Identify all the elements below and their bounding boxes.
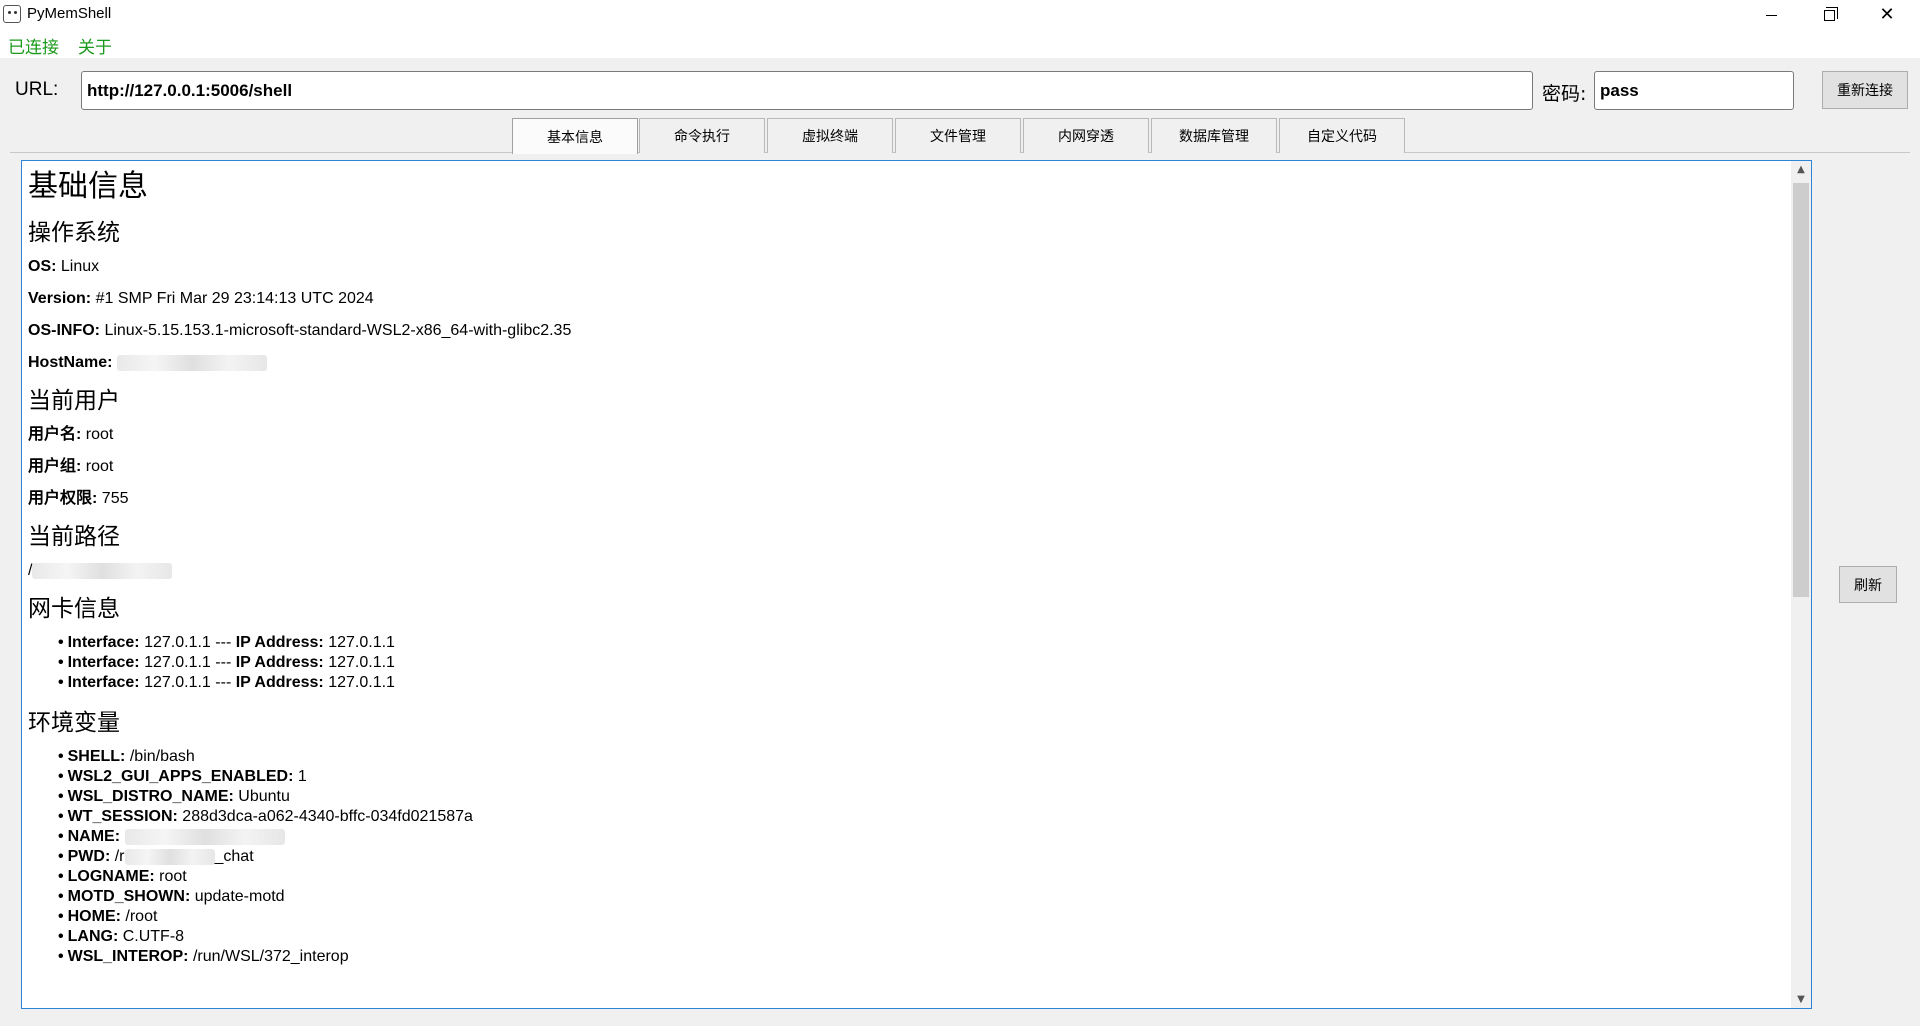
path-heading: 当前路径 <box>28 524 120 550</box>
nic-heading: 网卡信息 <box>28 596 120 622</box>
list-item: HOME: /root <box>58 907 1785 927</box>
username-value: root <box>85 426 114 443</box>
close-icon: ✕ <box>1879 4 1895 25</box>
env-list: SHELL: /bin/bash WSL2_GUI_APPS_ENABLED: … <box>58 747 1785 967</box>
restore-icon <box>1823 6 1838 21</box>
path-row: / <box>28 561 1785 581</box>
username-key: 用户名: <box>28 426 82 443</box>
hostname-key: HostName: <box>28 354 113 371</box>
reconnect-button[interactable]: 重新连接 <box>1822 71 1908 109</box>
page-title: 基础信息 <box>28 169 148 204</box>
version-row: Version: #1 SMP Fri Mar 29 23:14:13 UTC … <box>28 289 1785 309</box>
menu-bar: 已连接 关于 <box>0 30 1920 58</box>
vertical-scrollbar[interactable]: ▲ ▼ <box>1791 161 1811 1008</box>
password-input[interactable] <box>1594 71 1794 110</box>
os-heading: 操作系统 <box>28 220 120 246</box>
list-item: LOGNAME: root <box>58 867 1785 887</box>
tab-virtual-terminal[interactable]: 虚拟终端 <box>767 118 893 153</box>
list-item: Interface: 127.0.1.1 --- IP Address: 127… <box>58 673 1785 693</box>
name-redacted <box>124 828 285 845</box>
list-item: WSL_INTEROP: /run/WSL/372_interop <box>58 947 1785 967</box>
tab-basic-info[interactable]: 基本信息 <box>512 118 638 154</box>
tab-intranet-tunnel[interactable]: 内网穿透 <box>1023 118 1149 153</box>
permission-value: 755 <box>101 490 129 507</box>
version-value: #1 SMP Fri Mar 29 23:14:13 UTC 2024 <box>95 290 374 307</box>
username-row: 用户名: root <box>28 425 1785 445</box>
tab-command-exec[interactable]: 命令执行 <box>639 118 765 153</box>
app-cat-icon <box>3 5 21 23</box>
list-item: WSL2_GUI_APPS_ENABLED: 1 <box>58 767 1785 787</box>
password-label: 密码: <box>1542 83 1587 105</box>
list-item: WT_SESSION: 288d3dca-a062-4340-bffc-034f… <box>58 807 1785 827</box>
list-item: WSL_DISTRO_NAME: Ubuntu <box>58 787 1785 807</box>
hostname-redacted <box>116 354 267 371</box>
osinfo-key: OS-INFO: <box>28 322 100 339</box>
osinfo-value: Linux-5.15.153.1-microsoft-standard-WSL2… <box>104 322 572 339</box>
scroll-down-arrow-icon[interactable]: ▼ <box>1791 991 1811 1008</box>
version-key: Version: <box>28 290 92 307</box>
hostname-row: HostName: <box>28 353 1785 373</box>
list-item: PWD: /r_chat <box>58 847 1785 867</box>
tab-file-manager[interactable]: 文件管理 <box>895 118 1021 153</box>
nic-list: Interface: 127.0.1.1 --- IP Address: 127… <box>58 633 1785 693</box>
tab-database-manager[interactable]: 数据库管理 <box>1151 118 1277 153</box>
pwd-redacted <box>124 848 215 865</box>
url-input[interactable] <box>81 71 1533 110</box>
title-bar: PyMemShell ✕ <box>0 0 1920 30</box>
tab-custom-code[interactable]: 自定义代码 <box>1279 118 1405 153</box>
path-redacted <box>32 562 173 579</box>
info-panel: 基础信息 操作系统 OS: Linux Version: #1 SMP Fri … <box>21 160 1812 1009</box>
group-row: 用户组: root <box>28 457 1785 477</box>
minimize-button[interactable] <box>1742 0 1800 30</box>
menu-connected[interactable]: 已连接 <box>8 33 59 58</box>
scroll-up-arrow-icon[interactable]: ▲ <box>1791 161 1811 178</box>
list-item: NAME: <box>58 827 1785 847</box>
refresh-button[interactable]: 刷新 <box>1839 566 1897 603</box>
list-item: SHELL: /bin/bash <box>58 747 1785 767</box>
list-item: LANG: C.UTF-8 <box>58 927 1785 947</box>
menu-about[interactable]: 关于 <box>78 33 112 58</box>
env-heading: 环境变量 <box>28 710 120 736</box>
window-title: PyMemShell <box>27 5 112 22</box>
group-key: 用户组: <box>28 458 82 475</box>
info-scroll-area[interactable]: 基础信息 操作系统 OS: Linux Version: #1 SMP Fri … <box>22 161 1791 1008</box>
os-value: Linux <box>60 258 100 275</box>
scrollbar-thumb[interactable] <box>1793 183 1809 597</box>
os-key: OS: <box>28 258 57 275</box>
minimize-icon <box>1765 14 1777 16</box>
url-label: URL: <box>15 79 59 100</box>
os-row: OS: Linux <box>28 257 1785 277</box>
restore-button[interactable] <box>1800 0 1858 30</box>
permission-row: 用户权限: 755 <box>28 489 1785 509</box>
list-item: MOTD_SHOWN: update-motd <box>58 887 1785 907</box>
close-button[interactable]: ✕ <box>1858 0 1916 30</box>
osinfo-row: OS-INFO: Linux-5.15.153.1-microsoft-stan… <box>28 321 1785 341</box>
user-heading: 当前用户 <box>28 388 120 414</box>
list-item: Interface: 127.0.1.1 --- IP Address: 127… <box>58 653 1785 673</box>
permission-key: 用户权限: <box>28 490 98 507</box>
group-value: root <box>85 458 114 475</box>
list-item: Interface: 127.0.1.1 --- IP Address: 127… <box>58 633 1785 653</box>
